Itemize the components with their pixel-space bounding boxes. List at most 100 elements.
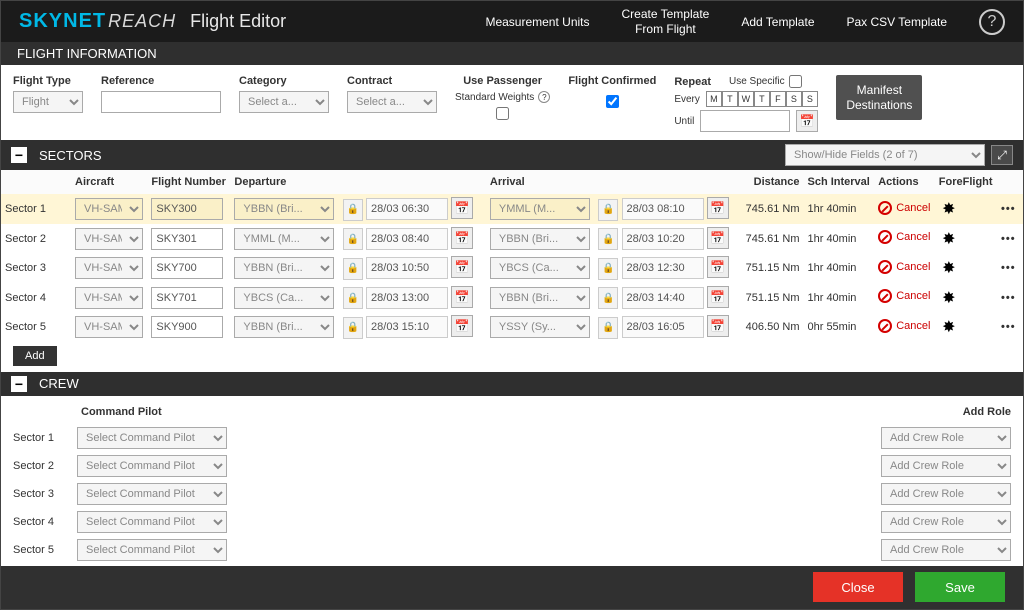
lock-icon[interactable]: 🔒 — [343, 199, 363, 221]
info-icon[interactable]: ? — [538, 91, 550, 103]
foreflight-icon[interactable]: ✸ — [939, 317, 959, 337]
calendar-icon[interactable]: 📅 — [707, 256, 729, 278]
command-pilot-select[interactable]: Select Command Pilot — [77, 511, 227, 533]
arrival-datetime[interactable]: 28/03 12:30 — [622, 257, 704, 279]
menu-pax-csv-template[interactable]: Pax CSV Template — [847, 15, 948, 29]
command-pilot-select[interactable]: Select Command Pilot — [77, 483, 227, 505]
until-input[interactable] — [700, 110, 790, 132]
lock-icon[interactable]: 🔒 — [343, 287, 363, 309]
add-crew-role-select[interactable]: Add Crew Role — [881, 455, 1011, 477]
departure-datetime[interactable]: 28/03 15:10 — [366, 316, 448, 338]
flight-number-input[interactable] — [151, 257, 223, 279]
aircraft-select[interactable]: VH-SAM — [75, 287, 143, 309]
departure-datetime[interactable]: 28/03 10:50 — [366, 257, 448, 279]
more-actions-icon[interactable]: ••• — [1001, 321, 1016, 333]
add-sector-button[interactable]: Add — [13, 346, 57, 366]
lock-icon[interactable]: 🔒 — [598, 199, 618, 221]
calendar-icon[interactable]: 📅 — [707, 315, 729, 337]
more-actions-icon[interactable]: ••• — [1001, 292, 1016, 304]
departure-loc-select[interactable]: YBBN (Bri... — [234, 257, 334, 279]
menu-create-template-from-flight[interactable]: Create Template From Flight — [622, 7, 710, 36]
lock-icon[interactable]: 🔒 — [598, 258, 618, 280]
lock-icon[interactable]: 🔒 — [598, 228, 618, 250]
menu-measurement-units[interactable]: Measurement Units — [485, 15, 589, 29]
calendar-icon[interactable]: 📅 — [451, 197, 473, 219]
day-wed[interactable]: W — [738, 91, 754, 107]
expand-icon[interactable]: ⤢ — [991, 145, 1013, 165]
contract-select[interactable]: Select a... — [347, 91, 437, 113]
pax-weights-checkbox[interactable] — [496, 107, 509, 120]
day-sun[interactable]: S — [802, 91, 818, 107]
lock-icon[interactable]: 🔒 — [343, 317, 363, 339]
departure-loc-select[interactable]: YBCS (Ca... — [234, 287, 334, 309]
day-fri[interactable]: F — [770, 91, 786, 107]
day-sat[interactable]: S — [786, 91, 802, 107]
flight-number-input[interactable] — [151, 228, 223, 250]
arrival-loc-select[interactable]: YMML (M... — [490, 198, 590, 220]
lock-icon[interactable]: 🔒 — [343, 228, 363, 250]
departure-loc-select[interactable]: YBBN (Bri... — [234, 198, 334, 220]
arrival-datetime[interactable]: 28/03 16:05 — [622, 316, 704, 338]
lock-icon[interactable]: 🔒 — [598, 317, 618, 339]
calendar-icon[interactable]: 📅 — [796, 110, 818, 132]
calendar-icon[interactable]: 📅 — [451, 315, 473, 337]
aircraft-select[interactable]: VH-SAM — [75, 198, 143, 220]
cancel-action[interactable]: Cancel — [878, 319, 930, 333]
add-crew-role-select[interactable]: Add Crew Role — [881, 539, 1011, 561]
collapse-sectors-icon[interactable]: − — [11, 147, 27, 163]
aircraft-select[interactable]: VH-SAM — [75, 228, 143, 250]
lock-icon[interactable]: 🔒 — [343, 258, 363, 280]
close-button[interactable]: Close — [813, 572, 903, 602]
flight-confirmed-checkbox[interactable] — [606, 95, 619, 108]
calendar-icon[interactable]: 📅 — [451, 256, 473, 278]
calendar-icon[interactable]: 📅 — [451, 227, 473, 249]
add-crew-role-select[interactable]: Add Crew Role — [881, 483, 1011, 505]
command-pilot-select[interactable]: Select Command Pilot — [77, 539, 227, 561]
departure-datetime[interactable]: 28/03 06:30 — [366, 198, 448, 220]
flight-number-input[interactable] — [151, 198, 223, 220]
more-actions-icon[interactable]: ••• — [1001, 203, 1016, 215]
departure-loc-select[interactable]: YBBN (Bri... — [234, 316, 334, 338]
showhide-fields-select[interactable]: Show/Hide Fields (2 of 7) — [785, 144, 985, 166]
aircraft-select[interactable]: VH-SAM — [75, 257, 143, 279]
command-pilot-select[interactable]: Select Command Pilot — [77, 455, 227, 477]
aircraft-select[interactable]: VH-SAM — [75, 316, 143, 338]
use-specific-checkbox[interactable] — [789, 75, 802, 88]
arrival-loc-select[interactable]: YBCS (Ca... — [490, 257, 590, 279]
help-icon[interactable]: ? — [979, 9, 1005, 35]
foreflight-icon[interactable]: ✸ — [939, 199, 959, 219]
day-mon[interactable]: M — [706, 91, 722, 107]
more-actions-icon[interactable]: ••• — [1001, 233, 1016, 245]
arrival-loc-select[interactable]: YBBN (Bri... — [490, 228, 590, 250]
cancel-action[interactable]: Cancel — [878, 230, 930, 244]
manifest-destinations-button[interactable]: Manifest Destinations — [836, 75, 922, 120]
lock-icon[interactable]: 🔒 — [598, 287, 618, 309]
arrival-datetime[interactable]: 28/03 14:40 — [622, 287, 704, 309]
foreflight-icon[interactable]: ✸ — [939, 229, 959, 249]
collapse-crew-icon[interactable]: − — [11, 376, 27, 392]
foreflight-icon[interactable]: ✸ — [939, 258, 959, 278]
departure-datetime[interactable]: 28/03 13:00 — [366, 287, 448, 309]
flight-number-input[interactable] — [151, 287, 223, 309]
cancel-action[interactable]: Cancel — [878, 289, 930, 303]
reference-input[interactable] — [101, 91, 221, 113]
calendar-icon[interactable]: 📅 — [707, 227, 729, 249]
departure-datetime[interactable]: 28/03 08:40 — [366, 228, 448, 250]
calendar-icon[interactable]: 📅 — [451, 286, 473, 308]
arrival-datetime[interactable]: 28/03 08:10 — [622, 198, 704, 220]
arrival-datetime[interactable]: 28/03 10:20 — [622, 228, 704, 250]
more-actions-icon[interactable]: ••• — [1001, 262, 1016, 274]
menu-add-template[interactable]: Add Template — [741, 15, 814, 29]
cancel-action[interactable]: Cancel — [878, 201, 930, 215]
foreflight-icon[interactable]: ✸ — [939, 288, 959, 308]
day-thu[interactable]: T — [754, 91, 770, 107]
cancel-action[interactable]: Cancel — [878, 260, 930, 274]
calendar-icon[interactable]: 📅 — [707, 197, 729, 219]
command-pilot-select[interactable]: Select Command Pilot — [77, 427, 227, 449]
flight-number-input[interactable] — [151, 316, 223, 338]
category-select[interactable]: Select a... — [239, 91, 329, 113]
add-crew-role-select[interactable]: Add Crew Role — [881, 511, 1011, 533]
departure-loc-select[interactable]: YMML (M... — [234, 228, 334, 250]
add-crew-role-select[interactable]: Add Crew Role — [881, 427, 1011, 449]
save-button[interactable]: Save — [915, 572, 1005, 602]
